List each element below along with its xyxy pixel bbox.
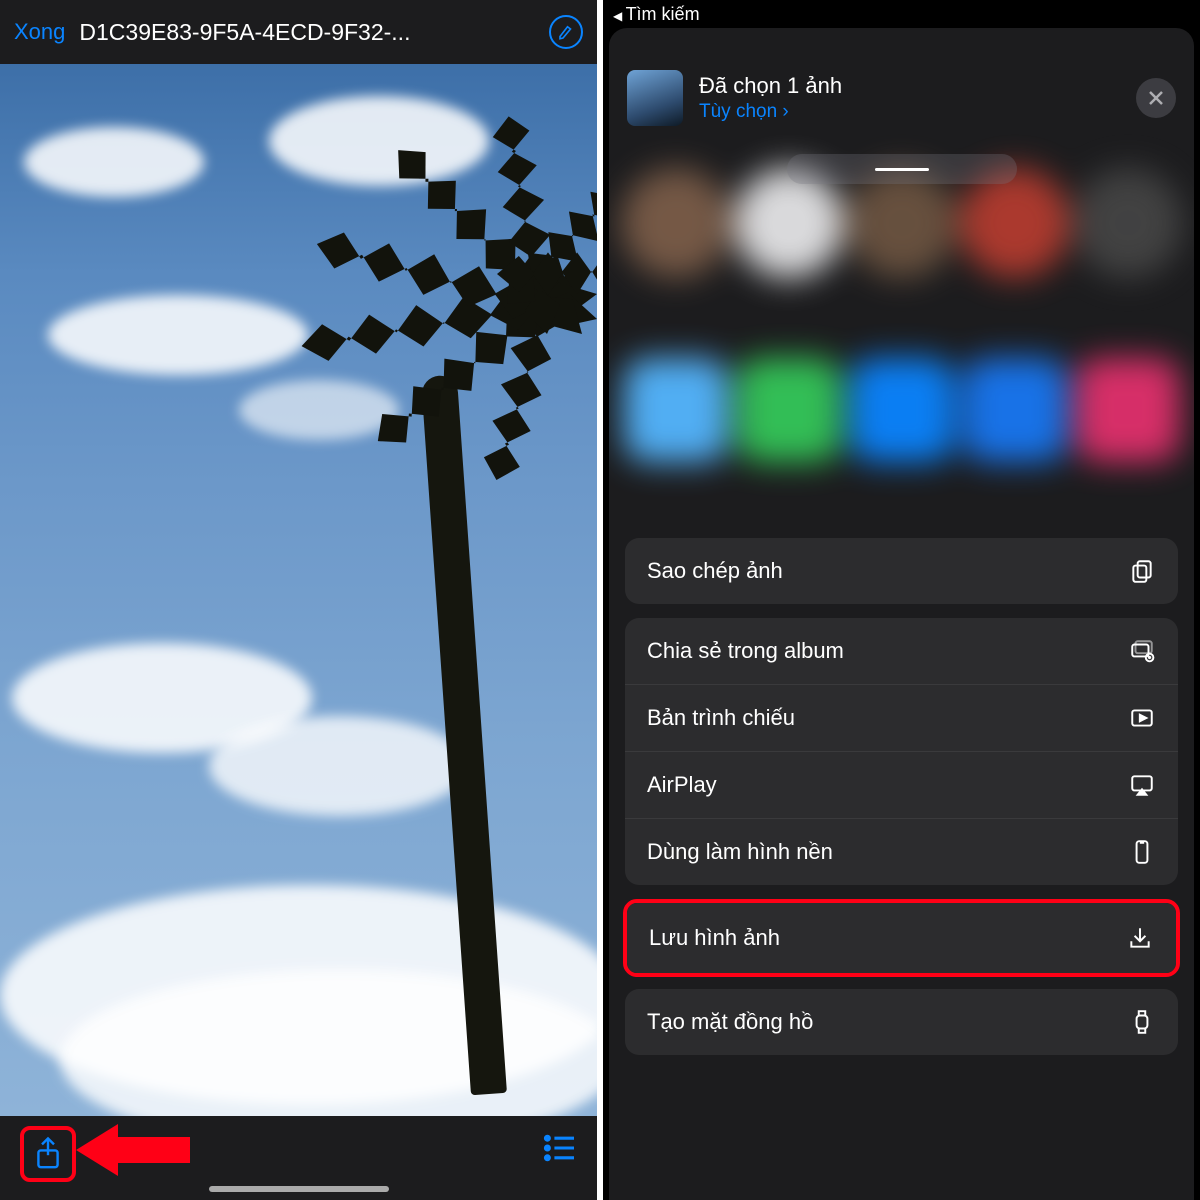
share-icon (33, 1136, 63, 1172)
action-t-o-m-t-ng-h-[interactable]: Tạo mặt đồng hồ (625, 989, 1178, 1055)
close-icon (1148, 90, 1164, 106)
photo-content[interactable] (0, 64, 597, 1116)
airdrop-contact[interactable] (1073, 168, 1183, 278)
action-icon-wrap (1126, 925, 1154, 951)
grabber-pill[interactable] (787, 154, 1017, 184)
airdrop-contact[interactable] (960, 168, 1070, 278)
action-b-n-tr-nh-chi-u[interactable]: Bản trình chiếu (625, 684, 1178, 751)
action-group: Chia sẻ trong album Bản trình chiếu AirPla… (625, 618, 1178, 885)
action-label: AirPlay (647, 772, 717, 798)
options-link[interactable]: Tùy chọn (699, 101, 1120, 123)
breadcrumb-back[interactable]: Tìm kiếm (603, 0, 710, 29)
shared-album-icon (1129, 638, 1155, 664)
action-icon-wrap (1128, 638, 1156, 664)
action-label: Lưu hình ảnh (649, 925, 780, 951)
download-icon (1127, 925, 1153, 951)
palm-tree (257, 194, 597, 1094)
airdrop-contact[interactable] (734, 168, 844, 278)
action-icon-wrap (1128, 558, 1156, 584)
share-app[interactable] (850, 358, 954, 462)
list-button[interactable] (543, 1126, 577, 1162)
airplay-icon (1129, 772, 1155, 798)
viewer-top-bar: Xong D1C39E83-9F5A-4ECD-9F32-... (0, 0, 597, 64)
selection-thumbnail[interactable] (627, 70, 683, 126)
share-sheet-pane: Tìm kiếm Đã chọn 1 ảnh Tùy chọn Sao chép… (600, 0, 1200, 1200)
airdrop-contact[interactable] (847, 168, 957, 278)
share-sheet: Đã chọn 1 ảnh Tùy chọn Sao chép ảnh Chia … (609, 28, 1194, 1200)
photo-viewer-pane: Xong D1C39E83-9F5A-4ECD-9F32-... (0, 0, 600, 1200)
action-l-u-h-nh-nh[interactable]: Lưu hình ảnh (627, 903, 1176, 973)
file-title: D1C39E83-9F5A-4ECD-9F32-... (79, 19, 535, 46)
action-icon-wrap (1128, 705, 1156, 731)
share-app[interactable] (963, 358, 1067, 462)
action-d-ng-l-m-h-nh-n-n[interactable]: Dùng làm hình nền (625, 818, 1178, 885)
done-button[interactable]: Xong (14, 19, 65, 45)
share-app[interactable] (624, 358, 728, 462)
action-airplay[interactable]: AirPlay (625, 751, 1178, 818)
action-label: Tạo mặt đồng hồ (647, 1009, 813, 1035)
markup-button[interactable] (549, 15, 583, 49)
action-label: Bản trình chiếu (647, 705, 795, 731)
copy-icon (1129, 558, 1155, 584)
action-icon-wrap (1128, 839, 1156, 865)
share-button-highlighted[interactable] (20, 1126, 76, 1182)
selection-count: Đã chọn 1 ảnh (699, 73, 1120, 99)
home-indicator (209, 1186, 389, 1192)
airdrop-contact[interactable] (621, 168, 731, 278)
action-chia-s-trong-album[interactable]: Chia sẻ trong album (625, 618, 1178, 684)
action-sao-ch-p-nh[interactable]: Sao chép ảnh (625, 538, 1178, 604)
close-button[interactable] (1136, 78, 1176, 118)
action-group: Sao chép ảnh (625, 538, 1178, 604)
share-sheet-header: Đã chọn 1 ảnh Tùy chọn (627, 70, 1176, 126)
iphone-icon (1129, 839, 1155, 865)
list-icon (543, 1134, 577, 1162)
share-app[interactable] (737, 358, 841, 462)
action-group: Tạo mặt đồng hồ (625, 989, 1178, 1055)
share-app[interactable] (1076, 358, 1180, 462)
highlighted-action: Lưu hình ảnh (623, 899, 1180, 977)
annotation-arrow (76, 1124, 190, 1176)
action-icon-wrap (1128, 772, 1156, 798)
action-label: Dùng làm hình nền (647, 839, 833, 865)
watch-icon (1129, 1009, 1155, 1035)
action-label: Sao chép ảnh (647, 558, 783, 584)
action-icon-wrap (1128, 1009, 1156, 1035)
play-rect-icon (1129, 705, 1155, 731)
markup-icon (557, 23, 575, 41)
action-label: Chia sẻ trong album (647, 638, 844, 664)
